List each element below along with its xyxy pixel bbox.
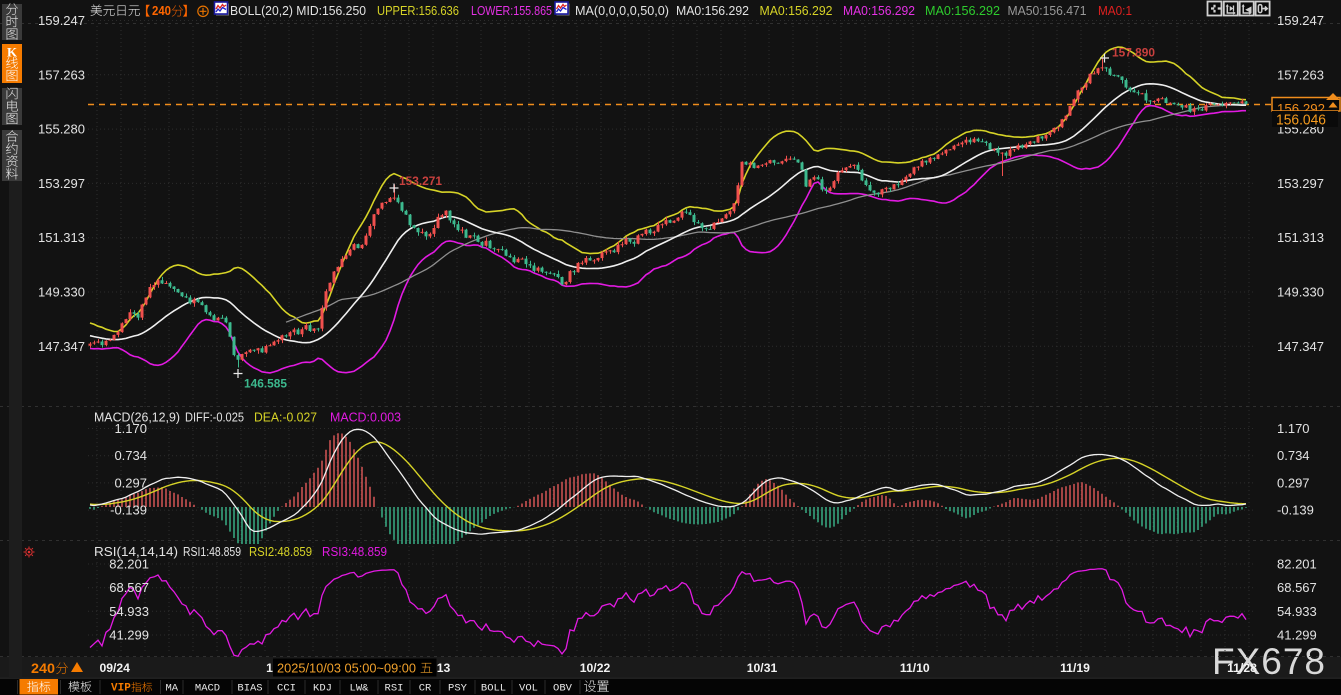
svg-text:PSY: PSY (448, 683, 468, 695)
svg-text:DEA:-0.027: DEA:-0.027 (254, 411, 317, 425)
svg-text:MA0:1: MA0:1 (1098, 4, 1132, 18)
svg-text:UPPER:156.636: UPPER:156.636 (377, 4, 459, 18)
svg-text:VOL: VOL (519, 683, 538, 695)
svg-text:LOWER:155.865: LOWER:155.865 (471, 4, 552, 18)
svg-text:0.297: 0.297 (114, 475, 147, 490)
svg-text:54.933: 54.933 (109, 604, 149, 619)
svg-text:BOLL: BOLL (481, 683, 506, 695)
svg-text:BOLL(20,2) MID:156.250: BOLL(20,2) MID:156.250 (230, 4, 366, 18)
svg-text:151.313: 151.313 (38, 230, 85, 245)
svg-text:0.297: 0.297 (1277, 475, 1310, 490)
svg-text:54.933: 54.933 (1277, 604, 1317, 619)
svg-text:151.313: 151.313 (1277, 230, 1324, 245)
svg-text:MA0:156.292: MA0:156.292 (676, 4, 749, 18)
svg-text:240: 240 (31, 660, 55, 676)
svg-text:DIFF:-0.025: DIFF:-0.025 (185, 411, 244, 425)
svg-text:41.299: 41.299 (1277, 628, 1317, 643)
svg-text:MA0:156.292: MA0:156.292 (925, 4, 1000, 18)
svg-text:11/10: 11/10 (900, 661, 930, 675)
svg-text:147.347: 147.347 (38, 339, 85, 354)
svg-text:K: K (7, 44, 18, 59)
svg-text:149.330: 149.330 (1277, 285, 1324, 300)
svg-text:MA0:156.292: MA0:156.292 (843, 4, 915, 18)
svg-text:LW&: LW& (350, 683, 370, 695)
svg-text:153.271: 153.271 (399, 176, 443, 188)
svg-text:149.330: 149.330 (38, 285, 85, 300)
svg-text:159.247: 159.247 (38, 13, 85, 28)
svg-text:RSI3:48.859: RSI3:48.859 (322, 545, 387, 559)
svg-text:41.299: 41.299 (109, 628, 149, 643)
svg-text:10/22: 10/22 (580, 661, 611, 675)
svg-text:MA50:156.471: MA50:156.471 (1008, 4, 1087, 18)
svg-text:146.585: 146.585 (244, 379, 288, 391)
svg-text:OBV: OBV (553, 683, 573, 695)
svg-text:157.263: 157.263 (38, 67, 85, 82)
svg-text:VIP: VIP (111, 683, 131, 695)
svg-text:RSI(14,14,14): RSI(14,14,14) (94, 545, 178, 559)
svg-text:CR: CR (419, 683, 432, 695)
svg-text:153.297: 153.297 (38, 176, 85, 191)
svg-text:MA: MA (165, 683, 178, 695)
svg-text:BIAS: BIAS (237, 683, 262, 695)
svg-text:MACD: MACD (195, 683, 220, 695)
svg-text:240: 240 (152, 4, 171, 18)
svg-text:-0.139: -0.139 (110, 503, 147, 518)
svg-text:68.567: 68.567 (109, 580, 149, 595)
svg-text:155.280: 155.280 (38, 122, 85, 137)
svg-text:09/24: 09/24 (99, 661, 130, 675)
svg-text:MACD:0.003: MACD:0.003 (330, 411, 401, 425)
svg-text:10/31: 10/31 (747, 661, 778, 675)
svg-text:1.170: 1.170 (1277, 421, 1310, 436)
svg-text:RSI: RSI (385, 683, 404, 695)
svg-text:2025/10/03 05:00~09:00: 2025/10/03 05:00~09:00 (277, 661, 416, 676)
svg-text:CCI: CCI (277, 683, 296, 695)
svg-text:68.567: 68.567 (1277, 580, 1317, 595)
svg-text:KDJ: KDJ (313, 683, 332, 695)
svg-text:-0.139: -0.139 (1277, 503, 1314, 518)
svg-text:RSI1:48.859: RSI1:48.859 (183, 545, 241, 559)
svg-text:159.247: 159.247 (1277, 13, 1324, 28)
svg-text:MACD(26,12,9): MACD(26,12,9) (94, 411, 180, 425)
svg-text:RSI2:48.859: RSI2:48.859 (249, 545, 312, 559)
svg-text:147.347: 147.347 (1277, 339, 1324, 354)
svg-text:157.890: 157.890 (1112, 48, 1155, 60)
svg-text:MA0:156.292: MA0:156.292 (760, 4, 833, 18)
svg-text:157.263: 157.263 (1277, 67, 1324, 82)
svg-text:11/19: 11/19 (1060, 661, 1090, 675)
svg-text:1: 1 (266, 661, 273, 675)
svg-text:MA(0,0,0,0,50,0): MA(0,0,0,0,50,0) (575, 4, 669, 18)
svg-text:0.734: 0.734 (114, 448, 147, 463)
svg-text:0.734: 0.734 (1277, 448, 1310, 463)
svg-text:13: 13 (437, 661, 451, 675)
svg-text:156.046: 156.046 (1276, 113, 1326, 129)
svg-text:11/28: 11/28 (1227, 661, 1257, 675)
svg-text:153.297: 153.297 (1277, 176, 1324, 191)
svg-text:82.201: 82.201 (1277, 557, 1317, 572)
